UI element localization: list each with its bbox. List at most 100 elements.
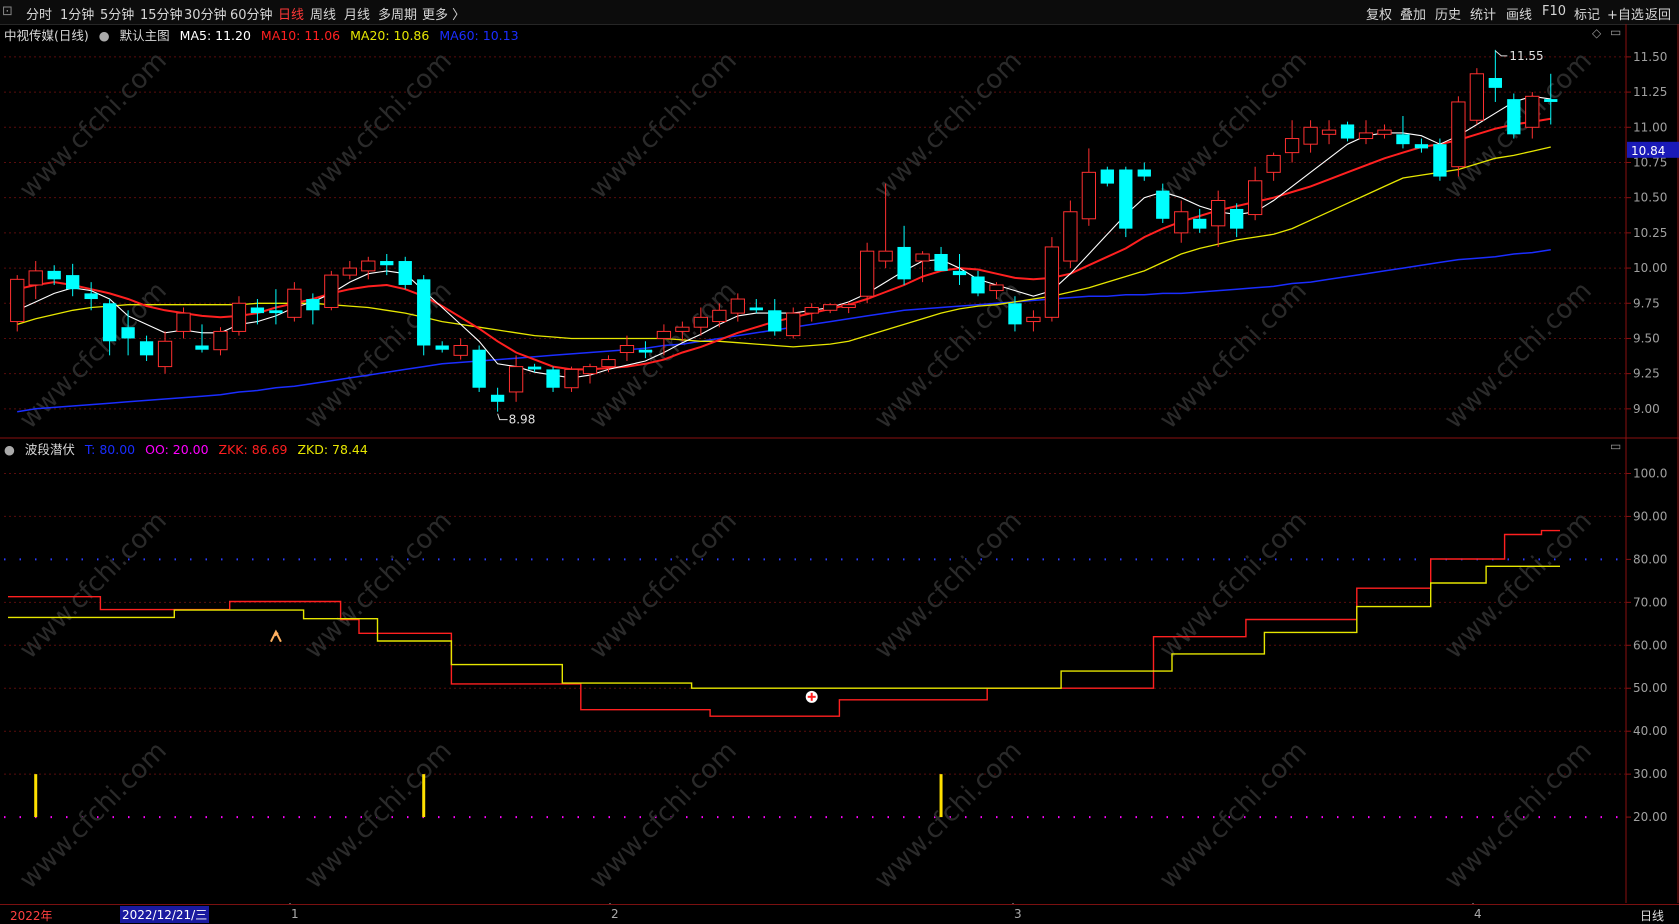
candle-body bbox=[1321, 129, 1337, 135]
candle-body bbox=[66, 275, 80, 290]
price-tick-label: 9.00 bbox=[1633, 402, 1660, 416]
period-label: 日线 bbox=[1640, 909, 1665, 923]
watermark-text: www.cfchi.com bbox=[1154, 46, 1313, 205]
candle-body bbox=[508, 366, 524, 393]
indicator-tick-label: 40.00 bbox=[1633, 724, 1667, 738]
watermark-text: www.cfchi.com bbox=[1439, 736, 1598, 895]
candle-body bbox=[250, 307, 265, 314]
candle-body bbox=[435, 345, 449, 350]
candle-body bbox=[1063, 211, 1078, 262]
candle-body bbox=[693, 316, 709, 328]
candle-body bbox=[915, 253, 930, 262]
candle-body bbox=[213, 330, 228, 351]
candle-body bbox=[1266, 154, 1281, 173]
candle-body bbox=[139, 341, 154, 356]
candle-body bbox=[1247, 180, 1263, 216]
candle-body bbox=[84, 293, 98, 300]
month-mark-4: 4 bbox=[1474, 907, 1482, 921]
candle-body bbox=[823, 304, 838, 311]
candle-body bbox=[195, 345, 209, 350]
ma20-line bbox=[17, 146, 1551, 348]
watermark-text: www.cfchi.com bbox=[1154, 506, 1313, 665]
current-price-label: 10.84 bbox=[1631, 144, 1665, 158]
indicator-tick-label: 20.00 bbox=[1633, 810, 1667, 824]
watermark-text: www.cfchi.com bbox=[869, 46, 1028, 205]
month-mark-1: 1 bbox=[291, 907, 299, 921]
candle-body bbox=[564, 368, 579, 389]
high-price-label: 11.55 bbox=[1509, 49, 1543, 63]
candle-body bbox=[361, 260, 376, 272]
price-tick-label: 11.25 bbox=[1633, 85, 1667, 99]
candle-body bbox=[157, 340, 173, 368]
candle-body bbox=[1451, 101, 1466, 168]
indicator-tick-label: 50.00 bbox=[1633, 681, 1667, 695]
candle-body bbox=[398, 261, 412, 285]
watermark-text: www.cfchi.com bbox=[584, 46, 743, 205]
candle-body bbox=[10, 278, 25, 323]
year-label: 2022年 bbox=[10, 909, 53, 923]
candle-body bbox=[1544, 99, 1558, 102]
candle-body bbox=[453, 344, 468, 356]
price-tick-label: 10.25 bbox=[1633, 226, 1667, 240]
candle-body bbox=[768, 310, 782, 332]
high-pointer bbox=[1495, 50, 1508, 57]
candle-body bbox=[47, 270, 61, 280]
watermark-text: www.cfchi.com bbox=[1439, 506, 1598, 665]
indicator-tick-label: 90.00 bbox=[1633, 509, 1667, 523]
candle-body bbox=[601, 359, 616, 368]
indicator-tick-label: 70.00 bbox=[1633, 595, 1667, 609]
candle-body bbox=[342, 267, 357, 276]
candle-body bbox=[1026, 316, 1041, 323]
candle-body bbox=[472, 349, 486, 388]
candle-body bbox=[324, 274, 339, 308]
candle-body bbox=[1211, 199, 1226, 227]
candle-body bbox=[1377, 129, 1392, 135]
candle-body bbox=[1303, 126, 1318, 145]
candle-body bbox=[675, 326, 690, 332]
candle-body bbox=[989, 284, 1004, 292]
price-tick-label: 10.50 bbox=[1633, 191, 1667, 205]
watermark-text: www.cfchi.com bbox=[14, 736, 173, 895]
watermark-text: www.cfchi.com bbox=[1439, 276, 1598, 435]
indicator-tick-label: 100.0 bbox=[1633, 466, 1667, 480]
candle-body bbox=[1433, 144, 1447, 177]
candle-body bbox=[1174, 211, 1189, 234]
candle-body bbox=[1396, 134, 1410, 145]
watermark-text: www.cfchi.com bbox=[299, 46, 458, 205]
month-mark-2: 2 bbox=[611, 907, 619, 921]
cursor-date-label: 2022/12/21/三 bbox=[120, 906, 210, 923]
watermark-text: www.cfchi.com bbox=[1154, 276, 1313, 435]
candle-body bbox=[859, 250, 875, 297]
low-price-label: 8.98 bbox=[509, 413, 536, 427]
candle-body bbox=[1469, 73, 1485, 121]
month-mark-3: 3 bbox=[1014, 907, 1022, 921]
candle-body bbox=[1358, 132, 1374, 140]
low-pointer bbox=[497, 413, 508, 421]
candle-body bbox=[546, 369, 560, 388]
watermark-text: www.cfchi.com bbox=[869, 276, 1028, 435]
watermark-text: www.cfchi.com bbox=[584, 736, 743, 895]
candle-body bbox=[1119, 169, 1133, 229]
candle-body bbox=[934, 253, 948, 271]
candle-body bbox=[490, 394, 505, 402]
candle-body bbox=[1008, 303, 1022, 325]
zkd-line bbox=[8, 565, 1560, 689]
candle-body bbox=[1100, 169, 1114, 184]
watermark-text: www.cfchi.com bbox=[584, 276, 743, 435]
candle-body bbox=[121, 327, 135, 339]
ma10-line bbox=[16, 117, 1551, 371]
indicator-tick-label: 80.00 bbox=[1633, 552, 1667, 566]
price-tick-label: 11.00 bbox=[1633, 120, 1667, 134]
chart-area[interactable]: www.cfchi.com www.cfchi.com www.cfchi.com w… bbox=[0, 0, 1679, 923]
candle-body bbox=[1230, 208, 1244, 229]
candle-body bbox=[619, 344, 635, 354]
date-axis: 2022年 2022/12/21/三 1 2 3 4 日线 bbox=[0, 904, 1679, 924]
candle-body bbox=[269, 310, 283, 314]
candle-body bbox=[952, 270, 967, 276]
watermark-text: www.cfchi.com bbox=[14, 46, 173, 205]
candle-body bbox=[749, 307, 763, 311]
candle-body bbox=[306, 299, 320, 311]
candle-body bbox=[380, 261, 394, 266]
candle-body bbox=[1340, 124, 1355, 139]
candle-body bbox=[1081, 171, 1097, 220]
